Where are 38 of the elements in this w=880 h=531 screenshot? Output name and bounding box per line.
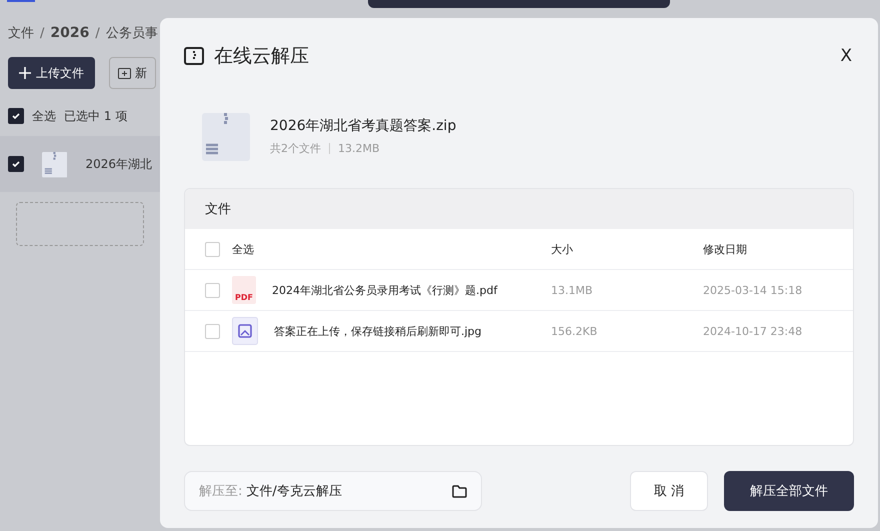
- extract-all-button[interactable]: 解压全部文件: [724, 471, 854, 511]
- checkbox[interactable]: [8, 108, 24, 124]
- dialog-title: 在线云解压: [214, 44, 310, 69]
- file-name: 2024年湖北省公务员录用考试《行测》题.pdf: [271, 282, 499, 298]
- archive-icon: [202, 111, 250, 161]
- checkbox[interactable]: [8, 156, 24, 172]
- panel-title: 文件: [205, 201, 231, 218]
- destination-field[interactable]: 解压至: 文件/夸克云解压: [184, 471, 482, 511]
- file-count: 共2个文件: [270, 140, 321, 156]
- breadcrumb-separator: /: [40, 26, 44, 40]
- file-name: 答案正在上传，保存链接稍后刷新即可.jpg: [273, 324, 483, 338]
- folder-icon[interactable]: [452, 484, 467, 498]
- close-button[interactable]: X: [838, 46, 854, 66]
- breadcrumb-separator: /: [95, 26, 100, 40]
- archive-name: 2026年湖北省考真题答案.zip: [270, 116, 456, 134]
- cancel-button[interactable]: 取 消: [630, 471, 708, 511]
- file-size: 156.2KB: [551, 324, 598, 338]
- file-date: 2025-03-14 15:18: [703, 284, 804, 296]
- pdf-icon: PDF: [232, 276, 256, 304]
- file-name: 2026年湖北: [85, 156, 152, 172]
- breadcrumb-item[interactable]: 2026: [50, 25, 90, 41]
- column-header: 修改日期: [703, 242, 748, 256]
- file-size: 13.1MB: [551, 284, 594, 296]
- image-icon: [232, 317, 258, 345]
- select-all-label: 全选: [32, 108, 56, 124]
- selection-count: 已选中 1 项: [64, 108, 128, 124]
- upload-button[interactable]: 上传文件: [8, 57, 95, 89]
- archive-size: 13.2MB: [338, 142, 380, 154]
- file-date: 2024-10-17 23:48: [703, 324, 804, 338]
- drop-zone[interactable]: [16, 202, 144, 246]
- folder-plus-icon: [118, 68, 131, 78]
- column-header: 大小: [551, 242, 574, 256]
- breadcrumb-item[interactable]: 公务员事: [106, 24, 158, 42]
- select-all-label: 全选: [232, 242, 255, 256]
- new-folder-button[interactable]: 新: [109, 57, 156, 89]
- breadcrumb-item[interactable]: 文件: [8, 24, 34, 42]
- plus-icon: [19, 67, 31, 79]
- archive-icon: [184, 47, 204, 65]
